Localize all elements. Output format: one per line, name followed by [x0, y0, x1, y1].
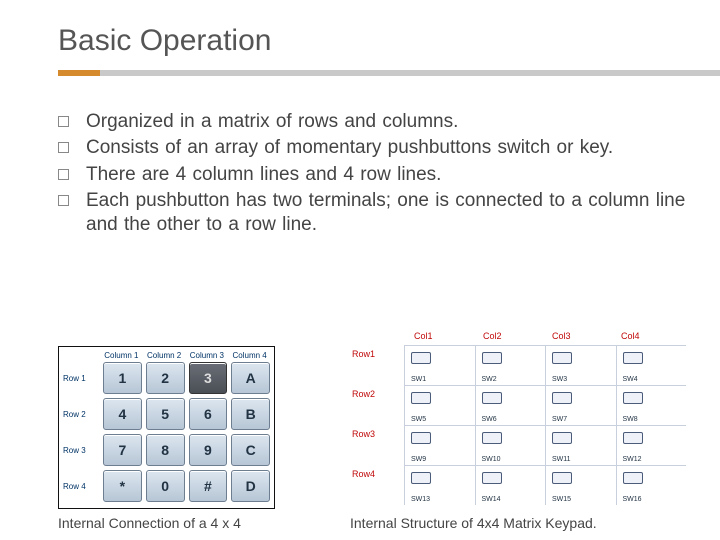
switch-label: SW14	[482, 496, 501, 503]
switch-label: SW3	[552, 376, 567, 383]
keypad-key: 1	[103, 362, 142, 394]
col-header: Column 3	[187, 351, 228, 360]
switch-cell: SW2	[475, 345, 546, 385]
row-header: Row 2	[63, 398, 99, 430]
switch-cell: SW15	[545, 465, 616, 505]
switch-label: SW12	[623, 456, 642, 463]
switch-label: SW13	[411, 496, 430, 503]
row-header: Row 3	[63, 434, 99, 466]
sch-col-header: Col4	[621, 331, 690, 341]
switch-label: SW9	[411, 456, 426, 463]
switch-label: SW10	[482, 456, 501, 463]
keypad-key: 2	[146, 362, 185, 394]
title-rule	[58, 70, 720, 76]
row-header: Row 4	[63, 470, 99, 502]
switch-cell: SW16	[616, 465, 687, 505]
switch-label: SW15	[552, 496, 571, 503]
switch-cell: SW4	[616, 345, 687, 385]
switch-label: SW11	[552, 456, 571, 463]
switch-cell: SW5	[404, 385, 475, 425]
bullet-item: Organized in a matrix of rows and column…	[58, 110, 690, 134]
keypad-key: 9	[189, 434, 228, 466]
figure-caption-right: Internal Structure of 4x4 Matrix Keypad.	[350, 515, 690, 532]
keypad-key: 8	[146, 434, 185, 466]
switch-label: SW5	[411, 416, 426, 423]
bullet-item: There are 4 column lines and 4 row lines…	[58, 163, 690, 187]
row-header: Row 1	[63, 362, 99, 394]
col-header: Column 2	[144, 351, 185, 360]
switch-label: SW4	[623, 376, 638, 383]
switch-label: SW16	[623, 496, 642, 503]
sch-col-header: Col3	[552, 331, 621, 341]
sch-row-header: Row4	[352, 469, 375, 481]
col-header: Column 1	[101, 351, 142, 360]
switch-cell: SW1	[404, 345, 475, 385]
switch-cell: SW6	[475, 385, 546, 425]
switch-cell: SW12	[616, 425, 687, 465]
keypad-key: C	[231, 434, 270, 466]
switch-label: SW2	[482, 376, 497, 383]
switch-label: SW6	[482, 416, 497, 423]
sch-col-header: Col2	[483, 331, 552, 341]
keypad-key: A	[231, 362, 270, 394]
switch-cell: SW3	[545, 345, 616, 385]
switch-cell: SW11	[545, 425, 616, 465]
col-header: Column 4	[229, 351, 270, 360]
keypad-key: 5	[146, 398, 185, 430]
keypad-key: 0	[146, 470, 185, 502]
figure-schematic: Col1 Col2 Col3 Col4 Row1 Row2 Row3 Row4 …	[350, 331, 690, 509]
keypad-diagram: Column 1 Column 2 Column 3 Column 4 Row …	[58, 346, 275, 509]
sch-col-header: Col1	[414, 331, 483, 341]
switch-cell: SW8	[616, 385, 687, 425]
switch-cell: SW9	[404, 425, 475, 465]
switch-cell: SW13	[404, 465, 475, 505]
keypad-key: 7	[103, 434, 142, 466]
keypad-key: #	[189, 470, 228, 502]
keypad-key: 4	[103, 398, 142, 430]
page-title: Basic Operation	[58, 24, 720, 58]
switch-label: SW8	[623, 416, 638, 423]
switch-cell: SW14	[475, 465, 546, 505]
switch-cell: SW7	[545, 385, 616, 425]
figure-caption-left: Internal Connection of a 4 x 4	[58, 515, 275, 532]
figure-keypad: Column 1 Column 2 Column 3 Column 4 Row …	[58, 346, 275, 532]
sch-row-header: Row2	[352, 389, 375, 401]
switch-label: SW7	[552, 416, 567, 423]
keypad-key: 6	[189, 398, 228, 430]
switch-label: SW1	[411, 376, 426, 383]
bullet-item: Consists of an array of momentary pushbu…	[58, 136, 690, 160]
sch-row-header: Row3	[352, 429, 375, 441]
keypad-key: D	[231, 470, 270, 502]
keypad-key: *	[103, 470, 142, 502]
keypad-key: B	[231, 398, 270, 430]
switch-cell: SW10	[475, 425, 546, 465]
keypad-key: 3	[189, 362, 228, 394]
bullet-item: Each pushbutton has two terminals; one i…	[58, 189, 690, 238]
bullet-list: Organized in a matrix of rows and column…	[58, 110, 690, 238]
sch-row-header: Row1	[352, 349, 375, 361]
